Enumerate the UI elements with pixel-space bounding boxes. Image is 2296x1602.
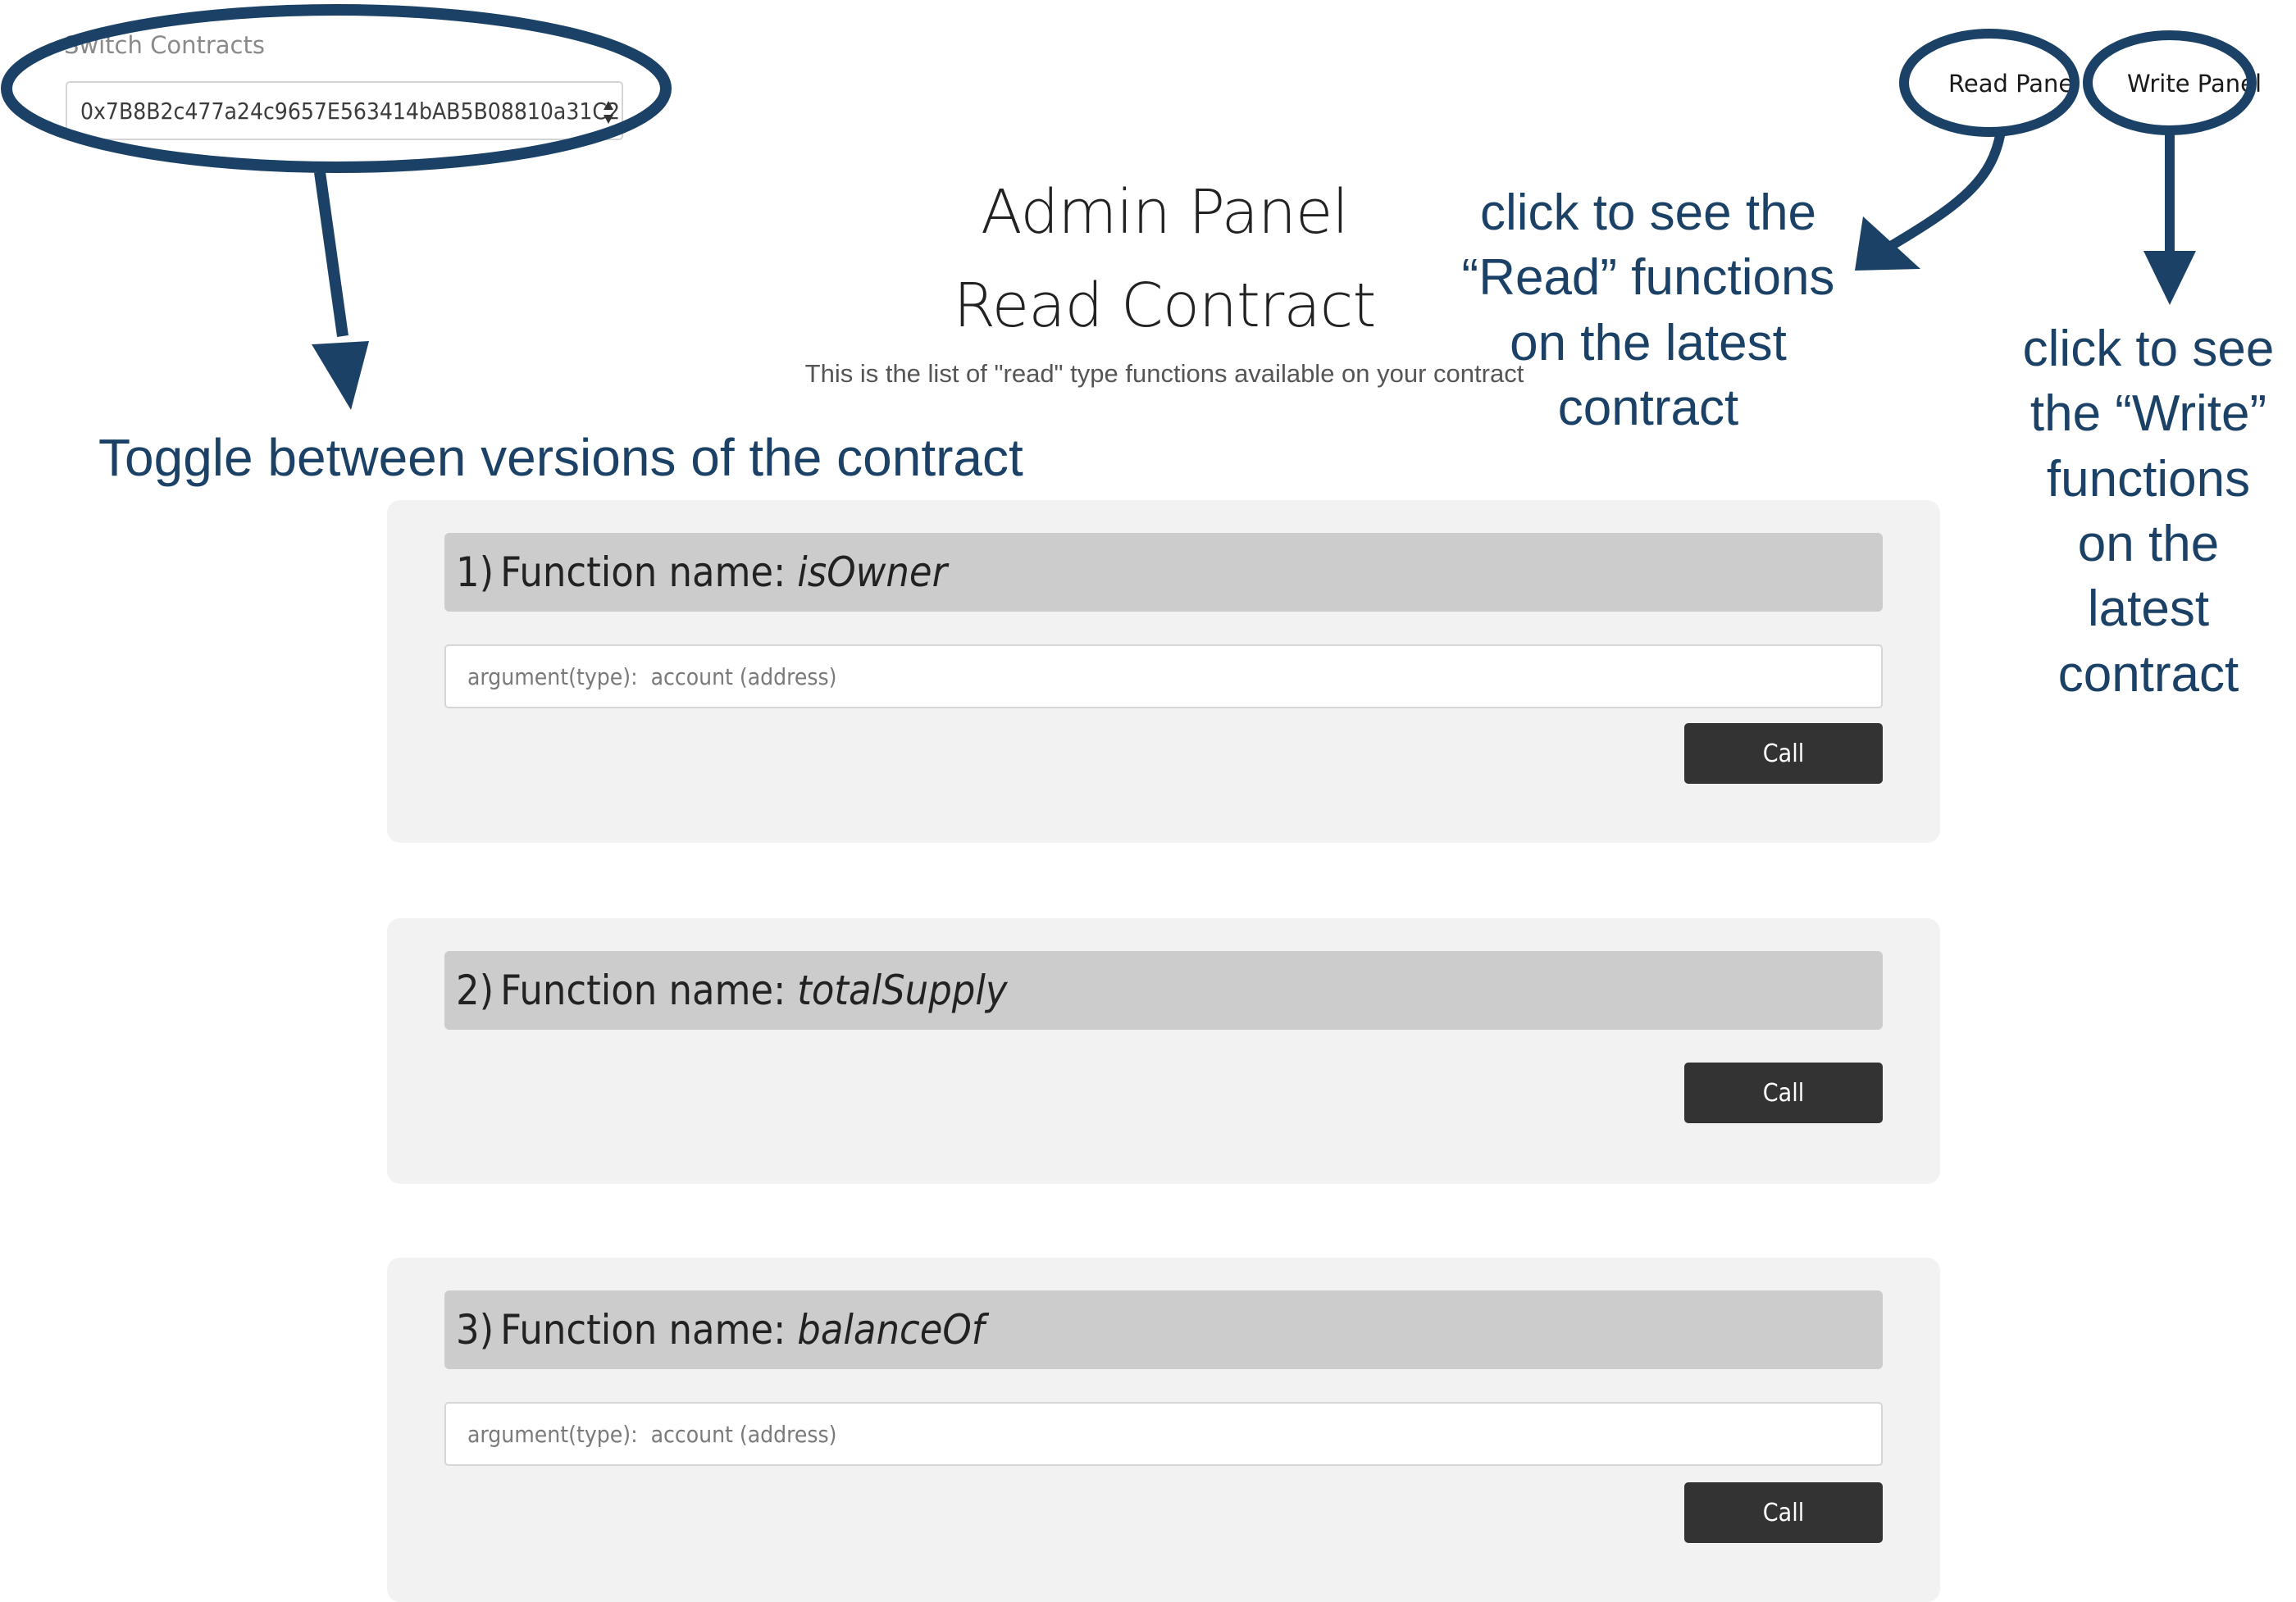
annotation-read-line: contract <box>1557 380 1739 437</box>
function-name: balanceOf <box>797 1306 985 1354</box>
annotation-arrowhead-toggle <box>312 341 369 410</box>
annotation-write-text: click to see the “Write” functions on th… <box>2001 316 2296 707</box>
annotation-write-line: contract <box>2057 645 2239 703</box>
function-number: 2) <box>456 967 494 1014</box>
function-name-label: Function name: <box>500 967 786 1014</box>
annotation-arrow-toggle <box>314 171 348 337</box>
function-number: 1) <box>456 548 494 596</box>
read-panel-link[interactable]: Read Panel <box>1948 70 2080 98</box>
call-button[interactable]: Call <box>1684 1063 1883 1123</box>
write-panel-link[interactable]: Write Panel <box>2127 70 2262 98</box>
page-subtitle: Read Contract <box>953 271 1377 341</box>
annotation-read-line: “Read” functions <box>1461 249 1835 307</box>
annotation-read-line: click to see the <box>1479 184 1817 241</box>
select-arrows-icon <box>604 101 613 124</box>
function-card-isowner: 1) Function name: isOwner Call <box>387 500 1940 843</box>
annotation-toggle-text: Toggle between versions of the contract <box>98 428 1023 487</box>
annotation-write-line: latest <box>2087 580 2210 638</box>
annotation-arrowhead-write <box>2143 251 2196 305</box>
function-number: 3) <box>456 1306 494 1354</box>
function-name-label: Function name: <box>500 548 786 596</box>
annotation-write-line: the “Write” <box>2029 385 2267 443</box>
argument-input[interactable] <box>444 1402 1883 1466</box>
argument-input[interactable] <box>444 644 1883 708</box>
annotation-arrow-read <box>1888 130 2006 251</box>
function-name: isOwner <box>797 548 948 596</box>
page-title: Admin Panel <box>981 177 1349 248</box>
function-name: totalSupply <box>797 967 1008 1014</box>
call-button[interactable]: Call <box>1684 723 1883 784</box>
selected-contract-address: 0x7B8B2c477a24c9657E563414bAB5B08810a31C… <box>80 97 623 125</box>
annotation-write-line: functions <box>2046 450 2251 507</box>
contract-version-select[interactable]: 0x7B8B2c477a24c9657E563414bAB5B08810a31C… <box>66 81 623 140</box>
annotation-read-text: click to see the “Read” functions on the… <box>1427 180 1870 440</box>
function-card-totalsupply: 2) Function name: totalSupply Call <box>387 918 1940 1184</box>
function-card-balanceof: 3) Function name: balanceOf Call <box>387 1258 1940 1602</box>
annotation-write-line: on the <box>2077 516 2220 573</box>
function-header: 1) Function name: isOwner <box>444 533 1883 612</box>
function-header: 2) Function name: totalSupply <box>444 951 1883 1030</box>
switch-contracts-label: Switch Contracts <box>64 31 265 59</box>
annotation-read-line: on the latest <box>1510 314 1787 371</box>
annotation-write-line: click to see <box>2022 321 2275 377</box>
call-button[interactable]: Call <box>1684 1482 1883 1543</box>
function-header: 3) Function name: balanceOf <box>444 1290 1883 1369</box>
function-name-label: Function name: <box>500 1306 786 1354</box>
